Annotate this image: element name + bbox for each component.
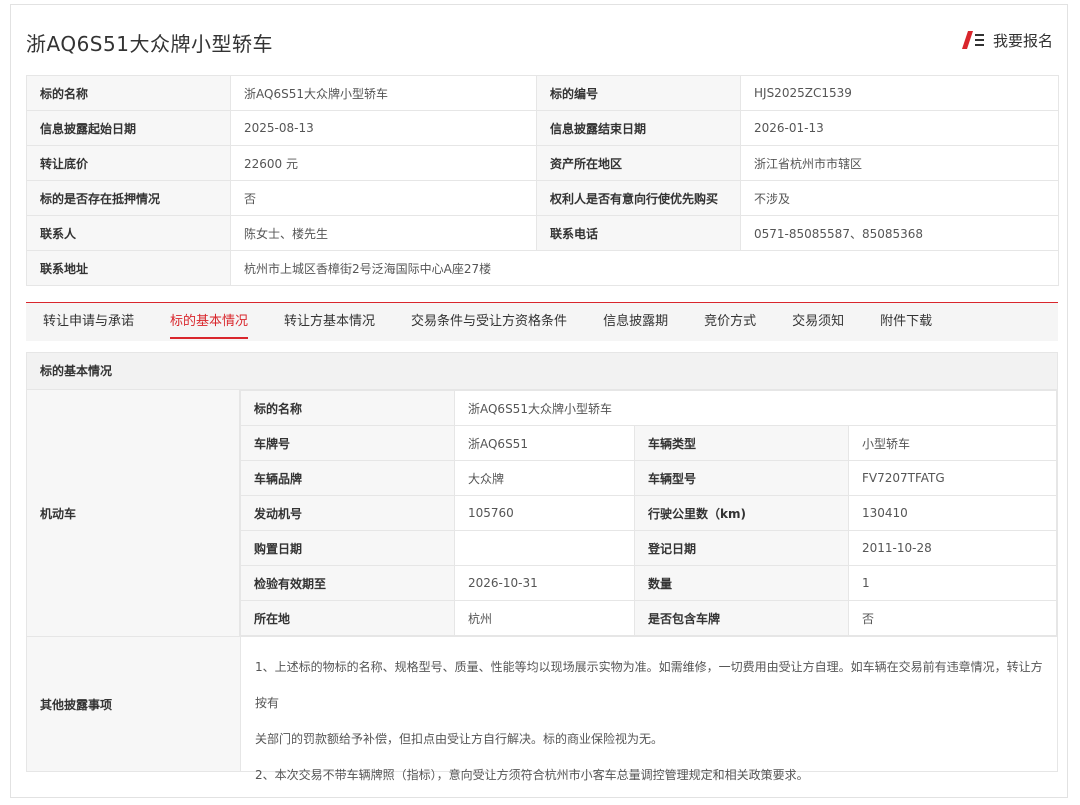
table-row: 所在地 杭州 是否包含车牌 否	[239, 600, 1058, 636]
vehicle-label: 所在地	[239, 600, 455, 636]
vehicle-label: 购置日期	[239, 530, 455, 566]
info-label: 联系电话	[536, 215, 741, 251]
vehicle-label: 发动机号	[239, 495, 455, 531]
vehicle-label: 车牌号	[239, 425, 455, 461]
table-row: 车辆品牌 大众牌 车辆型号 FV7207TFATG	[239, 460, 1058, 496]
table-row: 联系地址 杭州市上城区香樟街2号泛海国际中心A座27楼	[26, 250, 1059, 286]
vehicle-value: 大众牌	[453, 460, 635, 496]
info-value: 不涉及	[740, 180, 1059, 216]
table-row: 信息披露起始日期 2025-08-13 信息披露结束日期 2026-01-13	[26, 110, 1059, 146]
vehicle-value: 2011-10-28	[847, 530, 1058, 566]
tab-bar: 转让申请与承诺 标的基本情况 转让方基本情况 交易条件与受让方资格条件 信息披露…	[26, 302, 1058, 341]
signup-label: 我要报名	[992, 31, 1053, 50]
table-row: 检验有效期至 2026-10-31 数量 1	[239, 565, 1058, 601]
info-value: 杭州市上城区香樟街2号泛海国际中心A座27楼	[230, 250, 1059, 286]
tab-trading-notice[interactable]: 交易须知	[792, 303, 844, 341]
signup-button[interactable]: 我要报名	[961, 29, 1053, 51]
vehicle-value: 2026-10-31	[453, 565, 635, 601]
vehicle-value: 105760	[453, 495, 635, 531]
vehicle-category-label: 机动车	[27, 390, 240, 636]
vehicle-value: 浙AQ6S51	[453, 425, 635, 461]
table-row: 标的名称 浙AQ6S51大众牌小型轿车 标的编号 HJS2025ZC1539	[26, 75, 1059, 111]
page-title: 浙AQ6S51大众牌小型轿车	[26, 32, 273, 56]
tab-transfer-application[interactable]: 转让申请与承诺	[43, 303, 134, 341]
info-label: 标的是否存在抵押情况	[26, 180, 231, 216]
disclosure-line: 关部门的罚款额给予补偿，但扣点由受让方自行解决。标的商业保险视为无。	[255, 732, 664, 746]
basic-info-section: 标的基本情况 机动车 标的名称 浙AQ6S51大众牌小型轿车 车牌号 浙AQ6S…	[26, 352, 1058, 782]
table-row: 联系人 陈女士、楼先生 联系电话 0571-85085587、85085368	[26, 215, 1059, 251]
tab-basic-info[interactable]: 标的基本情况	[170, 303, 249, 341]
info-value: 0571-85085587、85085368	[740, 215, 1059, 251]
vehicle-label: 车辆型号	[633, 460, 849, 496]
info-value: 2025-08-13	[230, 110, 537, 146]
info-value: 否	[230, 180, 537, 216]
info-value: 浙江省杭州市市辖区	[740, 145, 1059, 181]
info-value: 浙AQ6S51大众牌小型轿车	[230, 75, 537, 111]
info-value: 陈女士、楼先生	[230, 215, 537, 251]
signup-icon	[961, 31, 984, 49]
info-label: 联系人	[26, 215, 231, 251]
other-disclosures-text: 1、上述标的物标的名称、规格型号、质量、性能等均以现场展示实物为准。如需维修，一…	[241, 637, 1057, 782]
info-label: 联系地址	[26, 250, 231, 286]
table-row: 车牌号 浙AQ6S51 车辆类型 小型轿车	[239, 425, 1058, 461]
vehicle-label: 检验有效期至	[239, 565, 455, 601]
vehicle-value: 否	[847, 600, 1058, 636]
section-heading: 标的基本情况	[27, 353, 1057, 390]
tab-transferor-info[interactable]: 转让方基本情况	[284, 303, 375, 341]
vehicle-label: 标的名称	[239, 390, 455, 426]
tab-trade-conditions[interactable]: 交易条件与受让方资格条件	[411, 303, 567, 341]
info-value: 22600 元	[230, 145, 537, 181]
table-row: 发动机号 105760 行驶公里数（km) 130410	[239, 495, 1058, 531]
info-value: 2026-01-13	[740, 110, 1059, 146]
vehicle-table: 标的名称 浙AQ6S51大众牌小型轿车 车牌号 浙AQ6S51 车辆类型 小型轿…	[239, 390, 1058, 636]
table-row: 标的是否存在抵押情况 否 权利人是否有意向行使优先购买 不涉及	[26, 180, 1059, 216]
info-label: 标的名称	[26, 75, 231, 111]
info-label: 权利人是否有意向行使优先购买	[536, 180, 741, 216]
detail-page: 浙AQ6S51大众牌小型轿车 我要报名 标的名称 浙AQ6S51大众牌小型轿车 …	[10, 4, 1068, 798]
disclosure-line: 2、本次交易不带车辆牌照（指标），意向受让方须符合杭州市小客车总量调控管理规定和…	[255, 768, 809, 782]
vehicle-label: 车辆品牌	[239, 460, 455, 496]
info-label: 资产所在地区	[536, 145, 741, 181]
table-row: 转让底价 22600 元 资产所在地区 浙江省杭州市市辖区	[26, 145, 1059, 181]
vehicle-value: 浙AQ6S51大众牌小型轿车	[453, 390, 1058, 426]
info-label: 标的编号	[536, 75, 741, 111]
other-disclosures-label: 其他披露事项	[27, 637, 241, 771]
vehicle-value: 1	[847, 565, 1058, 601]
vehicle-label: 登记日期	[633, 530, 849, 566]
table-row: 标的名称 浙AQ6S51大众牌小型轿车	[239, 390, 1058, 426]
info-table: 标的名称 浙AQ6S51大众牌小型轿车 标的编号 HJS2025ZC1539 信…	[26, 75, 1059, 286]
vehicle-value: FV7207TFATG	[847, 460, 1058, 496]
vehicle-label: 行驶公里数（km)	[633, 495, 849, 531]
tab-disclosure-period[interactable]: 信息披露期	[603, 303, 668, 341]
info-label: 信息披露起始日期	[26, 110, 231, 146]
page-header: 浙AQ6S51大众牌小型轿车 我要报名	[11, 5, 1067, 75]
vehicle-value: 小型轿车	[847, 425, 1058, 461]
other-disclosures-row: 其他披露事项 1、上述标的物标的名称、规格型号、质量、性能等均以现场展示实物为准…	[27, 636, 1057, 782]
info-label: 信息披露结束日期	[536, 110, 741, 146]
vehicle-value	[453, 530, 635, 566]
table-row: 购置日期 登记日期 2011-10-28	[239, 530, 1058, 566]
vehicle-value: 杭州	[453, 600, 635, 636]
vehicle-label: 数量	[633, 565, 849, 601]
info-label: 转让底价	[26, 145, 231, 181]
vehicle-label: 车辆类型	[633, 425, 849, 461]
disclosure-line: 1、上述标的物标的名称、规格型号、质量、性能等均以现场展示实物为准。如需维修，一…	[255, 660, 1043, 710]
tab-bidding-method[interactable]: 竞价方式	[704, 303, 756, 341]
vehicle-label: 是否包含车牌	[633, 600, 849, 636]
info-value: HJS2025ZC1539	[740, 75, 1059, 111]
vehicle-value: 130410	[847, 495, 1058, 531]
tab-attachments[interactable]: 附件下载	[880, 303, 932, 341]
